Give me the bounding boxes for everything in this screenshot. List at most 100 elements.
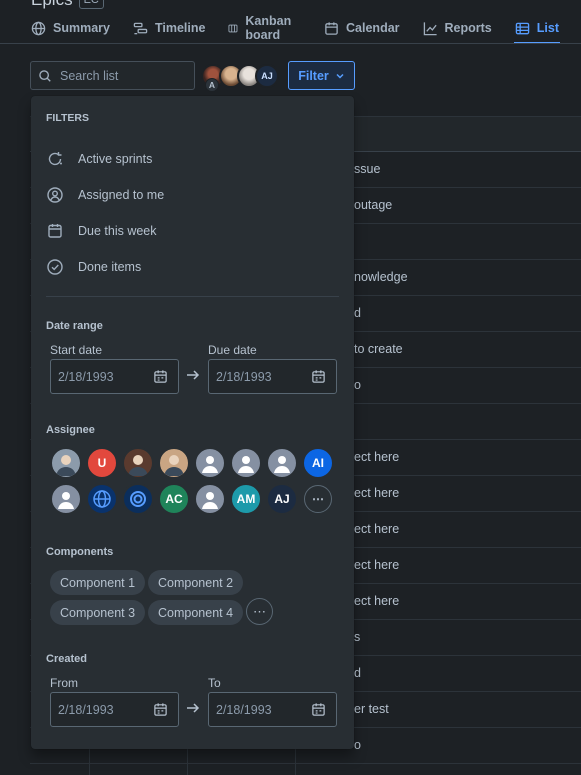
assignee-avatar[interactable] [194, 483, 226, 515]
page: Epics EC Summary Timeline Kanban board C… [0, 0, 581, 775]
project-title: Epics EC [31, 0, 104, 10]
filters-divider [46, 296, 339, 297]
component-chip[interactable]: Component 1 [50, 570, 146, 595]
row-summary: d [354, 666, 361, 680]
created-heading: Created [46, 653, 87, 665]
quick-filter-active-sprints[interactable]: Active sprints [46, 149, 152, 169]
assignee-avatar-ai[interactable]: AI [302, 447, 334, 479]
avatar[interactable]: AJ [255, 64, 279, 88]
calendar-icon[interactable] [311, 702, 326, 717]
assignee-avatar[interactable] [50, 483, 82, 515]
row-summary: outage [354, 198, 393, 212]
assignee-avatar[interactable] [122, 447, 154, 479]
tab-label: Calendar [346, 21, 400, 35]
quick-filter-label: Active sprints [78, 152, 153, 166]
row-summary: o [354, 738, 361, 752]
from-label: From [50, 676, 78, 690]
filter-label: Filter [298, 68, 329, 83]
assignee-avatar-ac[interactable]: AC [158, 483, 190, 515]
globe-icon [31, 21, 46, 35]
calendar-icon [325, 21, 338, 35]
row-summary: d [354, 306, 361, 320]
assignee-avatar-aj[interactable]: AJ [266, 483, 298, 515]
filter-button[interactable]: Filter [288, 61, 355, 90]
assignee-avatar[interactable] [230, 447, 262, 479]
due-date-value: 2/18/1993 [216, 369, 272, 384]
tabs-divider [0, 43, 581, 44]
table-row[interactable] [30, 764, 581, 775]
row-summary: ect here [354, 486, 400, 500]
start-date-field[interactable]: 2/18/1993 [50, 359, 179, 394]
project-badge: EC [78, 0, 104, 9]
assignee-avatar[interactable] [194, 447, 226, 479]
chart-line-icon [423, 21, 437, 35]
assignee-heading: Assignee [46, 424, 95, 436]
row-summary: ect here [354, 522, 400, 536]
row-summary: nowledge [354, 270, 408, 284]
arrow-right-icon [187, 703, 200, 713]
due-date-label: Due date [208, 343, 257, 357]
quick-filter-assigned-to-me[interactable]: Assigned to me [46, 185, 164, 205]
created-from-field[interactable]: 2/18/1993 [50, 692, 179, 727]
calendar-icon[interactable] [153, 702, 168, 717]
calendar-icon [48, 224, 62, 238]
components-heading: Components [46, 546, 114, 558]
timeline-icon [133, 22, 148, 34]
assignee-avatar[interactable] [50, 447, 82, 479]
more-assignees-button[interactable]: ⋯ [304, 485, 332, 513]
calendar-icon[interactable] [311, 369, 326, 384]
filters-heading: FILTERS [46, 112, 89, 124]
due-date-field[interactable]: 2/18/1993 [208, 359, 337, 394]
person-circle-icon [47, 187, 63, 203]
row-summary: to create [354, 342, 403, 356]
created-from-value: 2/18/1993 [58, 702, 114, 717]
start-date-label: Start date [50, 343, 103, 357]
assignee-avatar[interactable] [86, 483, 118, 515]
quick-filter-label: Due this week [78, 224, 157, 238]
row-summary: ect here [354, 450, 400, 464]
row-summary: o [354, 378, 361, 392]
row-summary: ect here [354, 594, 400, 608]
tab-list[interactable]: List [513, 14, 561, 44]
tab-label: Reports [444, 21, 492, 35]
more-components-button[interactable]: ⋯ [246, 598, 273, 625]
component-chip[interactable]: Component 4 [148, 600, 244, 625]
tab-timeline[interactable]: Timeline [132, 14, 206, 42]
tab-label: Kanban board [245, 14, 292, 42]
assignee-avatar[interactable] [266, 447, 298, 479]
quick-filter-due-this-week[interactable]: Due this week [46, 221, 157, 241]
date-range-heading: Date range [46, 320, 103, 332]
row-summary: er test [354, 702, 389, 716]
tab-kanban-board[interactable]: Kanban board [227, 14, 302, 42]
arrow-right-icon [187, 370, 200, 380]
assignee-avatar-am[interactable]: AM [230, 483, 262, 515]
tab-summary[interactable]: Summary [30, 14, 111, 42]
quick-filter-done-items[interactable]: Done items [46, 257, 141, 277]
tab-calendar[interactable]: Calendar [323, 14, 401, 42]
tab-label: Timeline [154, 21, 206, 35]
search-icon [39, 69, 51, 82]
tab-reports[interactable]: Reports [422, 14, 493, 42]
component-chip[interactable]: Component 2 [148, 570, 244, 595]
calendar-icon[interactable] [153, 369, 168, 384]
search-box[interactable] [30, 61, 195, 90]
filter-panel: FILTERS Active sprints Assigned to me Du… [31, 96, 354, 749]
tab-label: List [536, 21, 559, 35]
assignee-avatar[interactable] [158, 447, 190, 479]
search-input[interactable] [60, 68, 180, 83]
assignee-avatar-u[interactable]: U [86, 447, 118, 479]
chevron-down-icon [336, 73, 344, 79]
component-chip[interactable]: Component 3 [50, 600, 146, 625]
board-icon [228, 24, 238, 32]
view-tabs: Summary Timeline Kanban board Calendar R… [30, 14, 581, 44]
tab-label: Summary [53, 21, 110, 35]
quick-filter-label: Assigned to me [78, 188, 165, 202]
created-to-field[interactable]: 2/18/1993 [208, 692, 337, 727]
list-icon [515, 22, 530, 34]
created-to-value: 2/18/1993 [216, 702, 272, 717]
check-circle-icon [47, 259, 63, 275]
assignee-avatar[interactable] [122, 483, 154, 515]
row-summary: s [354, 630, 361, 644]
to-label: To [208, 676, 221, 690]
row-summary: ect here [354, 558, 400, 572]
